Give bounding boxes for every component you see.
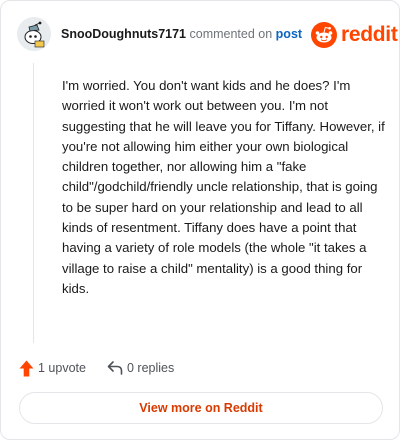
upvote-count: 1 upvote [38,361,86,375]
reddit-wordmark: reddit [341,23,398,46]
replies-count: 0 replies [127,361,175,375]
reply-arrow-icon [107,361,123,375]
thread-line [33,63,34,343]
username[interactable]: SnooDoughnuts7171 [61,27,186,41]
view-more-button[interactable]: View more on Reddit [19,392,383,424]
reddit-logo[interactable]: reddit [311,22,398,48]
comment-body: I'm worried. You don't want kids and he … [62,78,385,296]
comment-meta: SnooDoughnuts7171 commented on post [61,26,302,42]
comment-header: SnooDoughnuts7171 commented on post redd… [17,17,398,53]
snoo-avatar-icon [17,17,51,51]
avatar[interactable] [17,17,51,51]
upvote-arrow-icon [19,360,34,377]
reddit-snoo-logo-icon [311,22,337,48]
post-link[interactable]: post [276,27,302,41]
comment-embed-card: SnooDoughnuts7171 commented on post redd… [0,0,400,440]
action-text: commented on [189,27,273,41]
